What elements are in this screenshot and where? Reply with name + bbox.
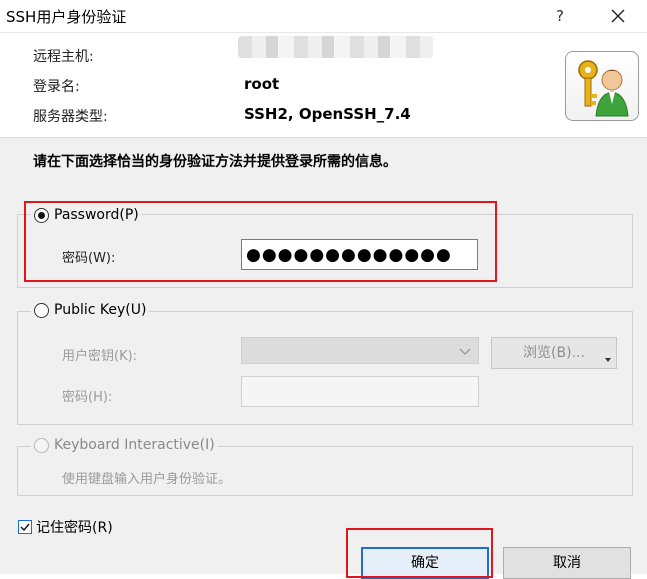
help-button[interactable]: ?: [545, 3, 575, 29]
close-button[interactable]: [599, 3, 637, 29]
ok-button[interactable]: 确定: [361, 547, 489, 579]
password-radio[interactable]: [34, 207, 49, 223]
window-title: SSH用户身份验证: [6, 8, 127, 26]
chevron-down-icon: [459, 348, 471, 355]
public-key-radio[interactable]: [34, 302, 49, 318]
login-name-value: root: [244, 75, 280, 93]
dropdown-arrow-icon: [605, 358, 611, 362]
browse-button-label: 浏览(B)...: [523, 345, 585, 361]
server-type-label: 服务器类型:: [33, 109, 108, 125]
password-radio-label: Password(P): [54, 207, 139, 223]
remote-host-label: 远程主机:: [33, 49, 94, 65]
login-name-label: 登录名:: [33, 79, 80, 95]
browse-button[interactable]: 浏览(B)...: [491, 337, 617, 369]
remote-host-value-redacted: [238, 36, 433, 58]
instruction-text: 请在下面选择恰当的身份验证方法并提供登录所需的信息。: [33, 154, 397, 170]
keyboard-interactive-radio-option[interactable]: Keyboard Interactive(I): [31, 437, 218, 453]
user-key-select[interactable]: [241, 337, 479, 364]
remember-password-checkbox-option[interactable]: 记住密码(R): [18, 517, 113, 537]
public-key-radio-option[interactable]: Public Key(U): [31, 302, 150, 318]
title-bar: SSH用户身份验证 ?: [0, 0, 647, 33]
password-input[interactable]: ●●●●●●●●●●●●●: [241, 239, 478, 270]
close-icon: [611, 9, 625, 23]
user-key-label: 用户密钥(K):: [62, 349, 138, 364]
remember-password-label: 记住密码(R): [36, 520, 113, 536]
keyboard-interactive-radio-label: Keyboard Interactive(I): [54, 437, 215, 453]
keyboard-interactive-description: 使用键盘输入用户身份验证。: [62, 472, 232, 487]
keyboard-interactive-radio[interactable]: [34, 437, 49, 453]
password-field-label: 密码(W):: [62, 251, 116, 266]
password-radio-option[interactable]: Password(P): [31, 207, 142, 223]
passphrase-label: 密码(H):: [62, 390, 113, 405]
cancel-button[interactable]: 取消: [503, 547, 631, 579]
checkmark-icon: [20, 523, 30, 532]
user-key-icon: [565, 51, 639, 121]
remember-password-checkbox[interactable]: [18, 520, 32, 534]
public-key-radio-label: Public Key(U): [54, 302, 147, 318]
passphrase-input[interactable]: [241, 376, 479, 407]
server-type-value: SSH2, OpenSSH_7.4: [244, 105, 411, 123]
